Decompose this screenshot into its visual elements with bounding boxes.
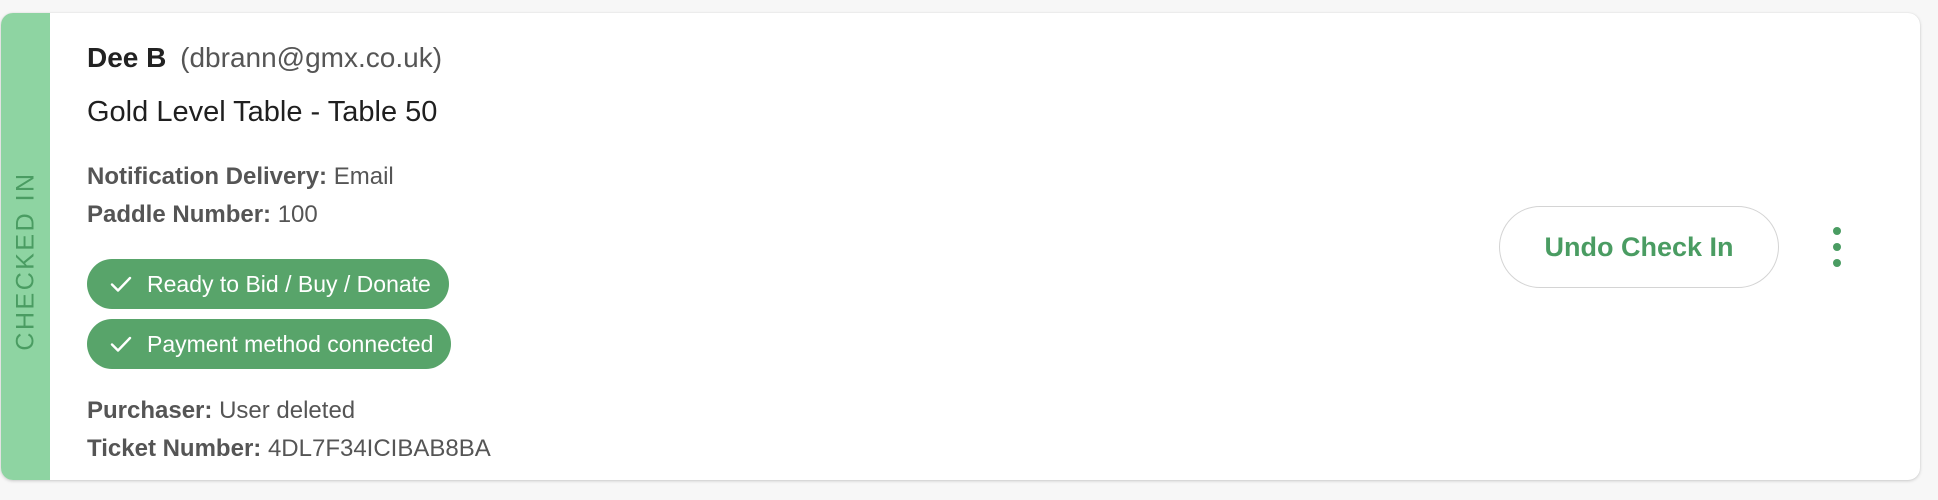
more-options-button[interactable] (1819, 227, 1855, 267)
notification-delivery-value: Email (333, 163, 394, 190)
page: CHECKED IN Dee B (dbrann@gmx.co.uk) Gold… (0, 0, 1938, 500)
paddle-number-row: Paddle Number: 100 (87, 201, 318, 229)
attendee-card: CHECKED IN Dee B (dbrann@gmx.co.uk) Gold… (1, 13, 1920, 480)
status-label: CHECKED IN (11, 171, 40, 351)
guest-name-line: Dee B (dbrann@gmx.co.uk) (87, 41, 442, 75)
notification-delivery-label: Notification Delivery: (87, 163, 328, 190)
purchaser-value: User deleted (219, 397, 356, 424)
payment-method-badge: Payment method connected (87, 319, 452, 369)
notification-delivery-row: Notification Delivery: Email (87, 163, 394, 191)
more-vertical-icon (1833, 259, 1841, 267)
check-icon (110, 336, 132, 352)
ready-to-bid-badge: Ready to Bid / Buy / Donate (87, 259, 449, 309)
more-vertical-icon (1833, 243, 1841, 251)
undo-check-in-button[interactable]: Undo Check In (1499, 206, 1779, 288)
status-strip: CHECKED IN (1, 13, 50, 480)
payment-method-label: Payment method connected (147, 330, 434, 357)
ticket-number-label: Ticket Number: (87, 435, 262, 462)
paddle-number-label: Paddle Number: (87, 201, 272, 228)
ticket-number-value: 4DL7F34ICIBAB8BA (267, 435, 491, 462)
guest-email: (dbrann@gmx.co.uk) (180, 42, 443, 73)
guest-name: Dee B (87, 42, 167, 73)
ready-to-bid-label: Ready to Bid / Buy / Donate (147, 270, 431, 297)
paddle-number-value: 100 (277, 201, 318, 228)
more-vertical-icon (1833, 227, 1841, 235)
purchaser-label: Purchaser: (87, 397, 213, 424)
ticket-title: Gold Level Table - Table 50 (87, 96, 438, 128)
ticket-number-row: Ticket Number: 4DL7F34ICIBAB8BA (87, 435, 491, 463)
check-icon (110, 276, 132, 292)
purchaser-row: Purchaser: User deleted (87, 397, 355, 425)
